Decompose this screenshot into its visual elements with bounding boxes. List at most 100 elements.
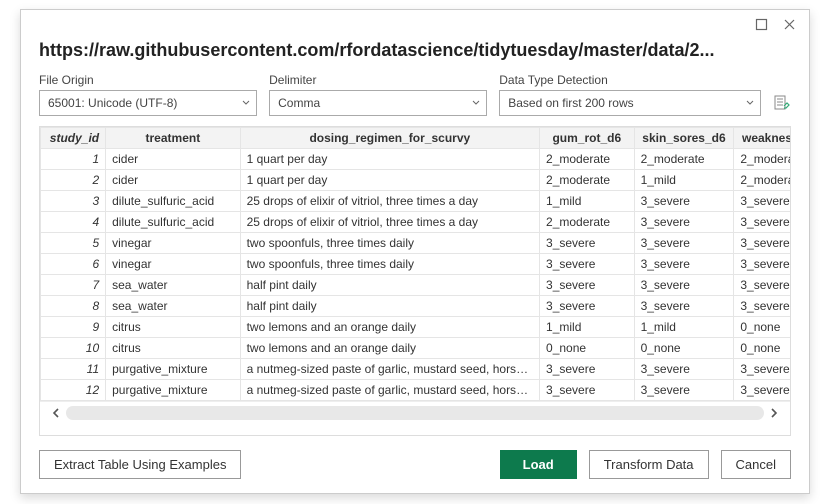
cell-treatment: purgative_mixture <box>106 380 240 401</box>
cell-study_id: 9 <box>41 317 106 338</box>
table-row[interactable]: 2cider1 quart per day2_moderate1_mild2_m… <box>41 170 792 191</box>
source-url-title: https://raw.githubusercontent.com/rforda… <box>39 40 779 61</box>
cell-weak: 2_moderate <box>734 149 791 170</box>
cell-dosing: two spoonfuls, three times daily <box>240 233 539 254</box>
file-origin-combo[interactable]: 65001: Unicode (UTF-8) <box>39 90 257 116</box>
cell-treatment: sea_water <box>106 275 240 296</box>
cell-study_id: 6 <box>41 254 106 275</box>
cell-treatment: dilute_sulfuric_acid <box>106 191 240 212</box>
cell-dosing: half pint daily <box>240 296 539 317</box>
titlebar <box>21 10 809 32</box>
cell-weak: 3_severe <box>734 191 791 212</box>
data-type-detection-label: Data Type Detection <box>499 73 761 87</box>
cell-study_id: 11 <box>41 359 106 380</box>
maximize-icon[interactable] <box>755 18 769 32</box>
cell-skin: 1_mild <box>634 317 734 338</box>
table-row[interactable]: 8sea_waterhalf pint daily3_severe3_sever… <box>41 296 792 317</box>
col-header[interactable]: dosing_regimen_for_scurvy <box>240 128 539 149</box>
cell-study_id: 10 <box>41 338 106 359</box>
cell-treatment: sea_water <box>106 296 240 317</box>
cancel-button[interactable]: Cancel <box>721 450 791 479</box>
col-header[interactable]: study_id <box>41 128 106 149</box>
close-icon[interactable] <box>783 18 797 32</box>
cell-dosing: half pint daily <box>240 275 539 296</box>
cell-dosing: 25 drops of elixir of vitriol, three tim… <box>240 212 539 233</box>
extract-table-button[interactable]: Extract Table Using Examples <box>39 450 241 479</box>
table-row[interactable]: 6vinegartwo spoonfuls, three times daily… <box>41 254 792 275</box>
cell-study_id: 8 <box>41 296 106 317</box>
cell-dosing: 1 quart per day <box>240 149 539 170</box>
cell-gum: 0_none <box>540 338 635 359</box>
col-header[interactable]: treatment <box>106 128 240 149</box>
cell-gum: 1_mild <box>540 317 635 338</box>
schema-settings-icon[interactable] <box>773 94 791 116</box>
table-row[interactable]: 12purgative_mixturea nutmeg-sized paste … <box>41 380 792 401</box>
table-row[interactable]: 1cider1 quart per day2_moderate2_moderat… <box>41 149 792 170</box>
delimiter-value: Comma <box>278 96 320 110</box>
cell-weak: 3_severe <box>734 212 791 233</box>
cell-weak: 3_severe <box>734 380 791 401</box>
cell-treatment: vinegar <box>106 233 240 254</box>
cell-weak: 3_severe <box>734 359 791 380</box>
cell-gum: 2_moderate <box>540 212 635 233</box>
col-header[interactable]: gum_rot_d6 <box>540 128 635 149</box>
cell-dosing: two lemons and an orange daily <box>240 338 539 359</box>
cell-dosing: 25 drops of elixir of vitriol, three tim… <box>240 191 539 212</box>
cell-weak: 3_severe <box>734 233 791 254</box>
cell-skin: 3_severe <box>634 359 734 380</box>
preview-grid: study_id treatment dosing_regimen_for_sc… <box>39 126 791 436</box>
cell-dosing: a nutmeg-sized paste of garlic, mustard … <box>240 359 539 380</box>
cell-weak: 3_severe <box>734 275 791 296</box>
table-row[interactable]: 11purgative_mixturea nutmeg-sized paste … <box>41 359 792 380</box>
cell-study_id: 1 <box>41 149 106 170</box>
config-row: File Origin 65001: Unicode (UTF-8) Delim… <box>21 73 809 126</box>
cell-study_id: 12 <box>41 380 106 401</box>
data-type-detection-value: Based on first 200 rows <box>508 96 633 110</box>
scroll-track[interactable] <box>66 406 764 420</box>
cell-treatment: dilute_sulfuric_acid <box>106 212 240 233</box>
cell-study_id: 2 <box>41 170 106 191</box>
cell-skin: 3_severe <box>634 380 734 401</box>
table-row[interactable]: 10citrustwo lemons and an orange daily0_… <box>41 338 792 359</box>
col-header[interactable]: skin_sores_d6 <box>634 128 734 149</box>
cell-study_id: 3 <box>41 191 106 212</box>
footer: Extract Table Using Examples Load Transf… <box>21 436 809 493</box>
cell-dosing: 1 quart per day <box>240 170 539 191</box>
chevron-down-icon <box>242 99 250 107</box>
cell-dosing: two spoonfuls, three times daily <box>240 254 539 275</box>
cell-skin: 3_severe <box>634 254 734 275</box>
chevron-down-icon <box>746 99 754 107</box>
cell-gum: 3_severe <box>540 359 635 380</box>
cell-gum: 3_severe <box>540 233 635 254</box>
cell-weak: 2_moderate <box>734 170 791 191</box>
delimiter-combo[interactable]: Comma <box>269 90 487 116</box>
file-origin-value: 65001: Unicode (UTF-8) <box>48 96 177 110</box>
data-type-detection-combo[interactable]: Based on first 200 rows <box>499 90 761 116</box>
cell-weak: 0_none <box>734 317 791 338</box>
cell-treatment: cider <box>106 170 240 191</box>
load-button[interactable]: Load <box>500 450 577 479</box>
transform-data-button[interactable]: Transform Data <box>589 450 709 479</box>
table-row[interactable]: 3dilute_sulfuric_acid25 drops of elixir … <box>41 191 792 212</box>
chevron-down-icon <box>472 99 480 107</box>
cell-study_id: 5 <box>41 233 106 254</box>
scroll-left-icon[interactable] <box>46 407 66 419</box>
cell-skin: 0_none <box>634 338 734 359</box>
table-row[interactable]: 9citrustwo lemons and an orange daily1_m… <box>41 317 792 338</box>
cell-weak: 3_severe <box>734 296 791 317</box>
cell-skin: 3_severe <box>634 191 734 212</box>
cell-skin: 3_severe <box>634 275 734 296</box>
col-header[interactable]: weakness_of_the <box>734 128 791 149</box>
cell-gum: 3_severe <box>540 275 635 296</box>
scroll-right-icon[interactable] <box>764 407 784 419</box>
horizontal-scrollbar[interactable] <box>40 401 790 423</box>
table-row[interactable]: 5vinegartwo spoonfuls, three times daily… <box>41 233 792 254</box>
table-row[interactable]: 7sea_waterhalf pint daily3_severe3_sever… <box>41 275 792 296</box>
cell-skin: 3_severe <box>634 233 734 254</box>
cell-study_id: 4 <box>41 212 106 233</box>
cell-treatment: vinegar <box>106 254 240 275</box>
cell-gum: 1_mild <box>540 191 635 212</box>
table-row[interactable]: 4dilute_sulfuric_acid25 drops of elixir … <box>41 212 792 233</box>
cell-dosing: a nutmeg-sized paste of garlic, mustard … <box>240 380 539 401</box>
delimiter-label: Delimiter <box>269 73 487 87</box>
